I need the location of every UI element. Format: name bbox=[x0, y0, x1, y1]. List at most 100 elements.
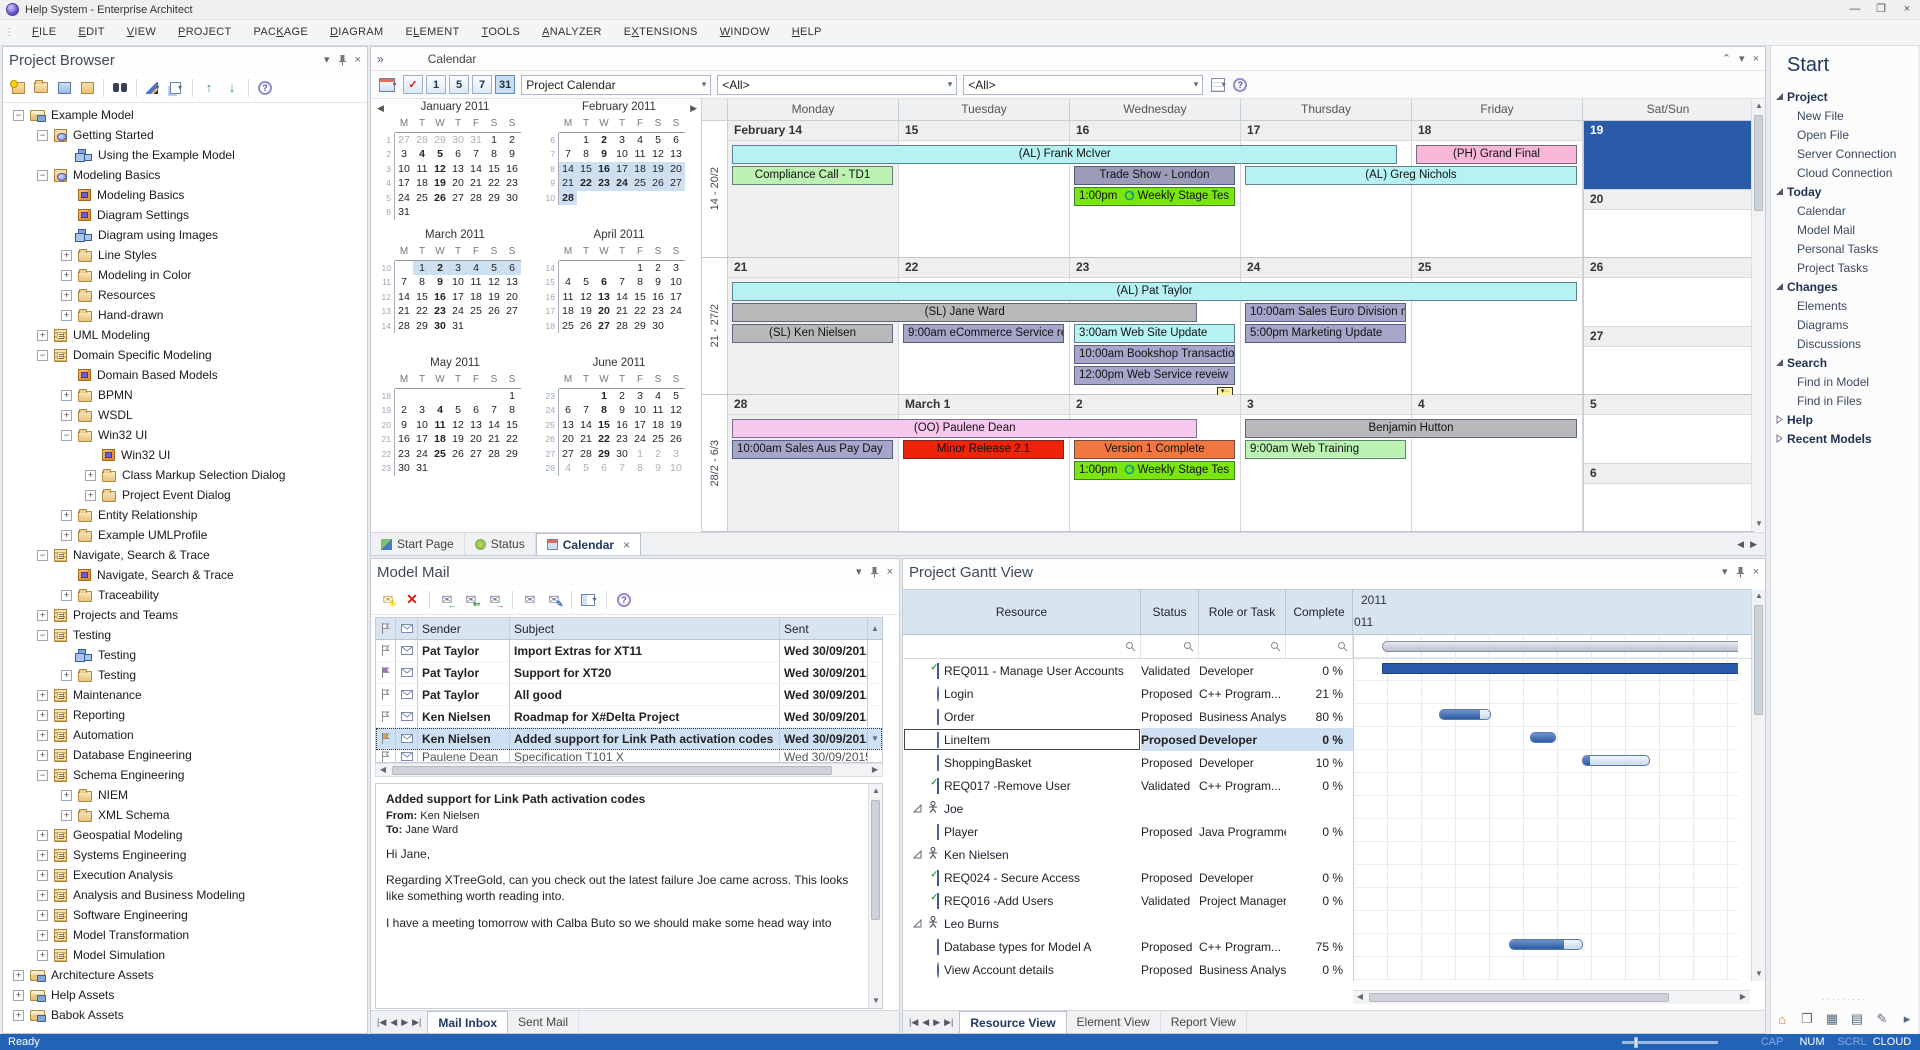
start-group-help[interactable]: Help bbox=[1771, 410, 1918, 429]
panel-menu-icon[interactable]: ▾ bbox=[1722, 567, 1728, 577]
calendar-event[interactable]: 10:00am Bookshop Transactio bbox=[1074, 345, 1235, 364]
mini-day[interactable]: 24 bbox=[613, 176, 631, 191]
close-icon[interactable]: × bbox=[1753, 54, 1759, 64]
mini-day[interactable]: 6 bbox=[667, 133, 685, 148]
mini-day[interactable] bbox=[577, 191, 595, 206]
mini-day[interactable]: 28 bbox=[485, 447, 503, 462]
mini-day[interactable]: 22 bbox=[595, 432, 613, 447]
mini-day[interactable]: 8 bbox=[631, 461, 649, 476]
menu-project[interactable]: PROJECT bbox=[167, 20, 242, 45]
scroll-left-icon[interactable]: ◀ bbox=[1353, 990, 1367, 1004]
mini-day[interactable] bbox=[503, 319, 521, 334]
next-tab-icon[interactable]: ▶ bbox=[401, 1017, 408, 1028]
tree-item[interactable]: +Projects and Teams bbox=[3, 605, 366, 625]
mini-day[interactable]: 29 bbox=[631, 319, 649, 334]
collapse-triangle-icon[interactable] bbox=[1771, 280, 1787, 294]
mail-horizontal-scrollbar[interactable]: ◀ ▶ bbox=[375, 763, 883, 777]
panel-menu-icon[interactable]: ▾ bbox=[324, 55, 330, 65]
new-message-icon[interactable]: ✉＊ bbox=[379, 591, 397, 609]
calendar-weekend-cell[interactable]: 26 bbox=[1583, 258, 1754, 326]
tree-expander-icon[interactable]: − bbox=[61, 430, 72, 441]
mini-day[interactable]: 25 bbox=[431, 447, 449, 462]
close-icon[interactable]: × bbox=[355, 55, 361, 65]
mini-day[interactable]: 5 bbox=[577, 461, 595, 476]
mini-day[interactable]: 20 bbox=[559, 432, 577, 447]
mini-day[interactable] bbox=[467, 319, 485, 334]
mini-day[interactable]: 5 bbox=[431, 147, 449, 162]
tab-scroll-left-icon[interactable]: ◀ bbox=[1737, 539, 1744, 550]
start-link-calendar[interactable]: Calendar bbox=[1771, 201, 1918, 220]
tree-item[interactable]: Win32 UI bbox=[3, 445, 366, 465]
mini-day[interactable]: 7 bbox=[485, 403, 503, 418]
mini-day[interactable]: 17 bbox=[667, 290, 685, 305]
tree-expander-icon[interactable]: + bbox=[13, 970, 24, 981]
calendar-day-cell[interactable]: March 1 bbox=[899, 395, 1070, 531]
mini-day[interactable]: 26 bbox=[449, 447, 467, 462]
tree-item[interactable]: +Babok Assets bbox=[3, 1005, 366, 1025]
mini-day[interactable]: 3 bbox=[413, 403, 431, 418]
tree-item[interactable]: +Entity Relationship bbox=[3, 505, 366, 525]
tree-item[interactable]: +BPMN bbox=[3, 385, 366, 405]
mini-day[interactable] bbox=[595, 191, 613, 206]
mini-day[interactable]: 20 bbox=[467, 432, 485, 447]
start-group-search[interactable]: Search bbox=[1771, 353, 1918, 372]
tree-item[interactable]: +Testing bbox=[3, 665, 366, 685]
mini-day[interactable]: 21 bbox=[485, 432, 503, 447]
mini-day[interactable] bbox=[485, 205, 503, 220]
mini-day[interactable]: 5 bbox=[667, 389, 685, 404]
mini-day[interactable]: 1 bbox=[631, 447, 649, 462]
tree-expander-icon[interactable]: − bbox=[37, 630, 48, 641]
calendar-day-cell[interactable]: 4 bbox=[1412, 395, 1583, 531]
collapse-triangle-icon[interactable] bbox=[1771, 185, 1787, 199]
mini-day[interactable]: 26 bbox=[577, 319, 595, 334]
mini-day[interactable]: 15 bbox=[595, 418, 613, 433]
mini-day[interactable]: 29 bbox=[595, 447, 613, 462]
preview-vertical-scrollbar[interactable]: ▲ ▼ bbox=[868, 784, 882, 1008]
mini-day[interactable]: 3 bbox=[613, 133, 631, 148]
mini-day[interactable]: 11 bbox=[559, 290, 577, 305]
mini-day[interactable]: 6 bbox=[467, 403, 485, 418]
tree-expander-icon[interactable]: − bbox=[37, 170, 48, 181]
menu-view[interactable]: VIEW bbox=[116, 20, 167, 45]
tab-resource-view[interactable]: Resource View bbox=[959, 1011, 1066, 1033]
mini-day[interactable]: 10 bbox=[449, 275, 467, 290]
mail-list-row[interactable]: Pat TaylorAll goodWed 30/09/201... bbox=[376, 684, 882, 706]
mini-day[interactable]: 30 bbox=[395, 461, 413, 476]
tree-expander-icon[interactable]: + bbox=[37, 910, 48, 921]
tree-item[interactable]: +Analysis and Business Modeling bbox=[3, 885, 366, 905]
mini-day[interactable]: 6 bbox=[559, 403, 577, 418]
mini-day[interactable]: 14 bbox=[577, 418, 595, 433]
panel-menu-icon[interactable]: ▾ bbox=[1739, 54, 1745, 64]
tree-item[interactable]: +Software Engineering bbox=[3, 905, 366, 925]
tree-item[interactable]: +NIEM bbox=[3, 785, 366, 805]
mini-day[interactable]: 3 bbox=[667, 447, 685, 462]
mini-day[interactable]: 18 bbox=[649, 418, 667, 433]
calendar-event[interactable]: (AL) Pat Taylor bbox=[732, 282, 1577, 301]
mini-day[interactable]: 11 bbox=[467, 275, 485, 290]
mini-day[interactable]: 15 bbox=[485, 162, 503, 177]
mini-day[interactable] bbox=[431, 461, 449, 476]
tree-item[interactable]: +Line Styles bbox=[3, 245, 366, 265]
gantt-bar[interactable] bbox=[1530, 732, 1556, 743]
delete-icon[interactable]: ✕ bbox=[403, 591, 421, 609]
tree-item[interactable]: +Model Simulation bbox=[3, 945, 366, 965]
calendar-event[interactable]: 5:00pm Marketing Update bbox=[1245, 324, 1406, 343]
field-chooser-icon[interactable]: ▾ bbox=[580, 591, 598, 609]
mini-day[interactable]: 19 bbox=[577, 304, 595, 319]
flag-icon[interactable] bbox=[376, 684, 396, 705]
zoom-slider[interactable] bbox=[1622, 1041, 1718, 1044]
filter-select-2[interactable]: <All>▾ bbox=[963, 75, 1203, 95]
mini-day[interactable]: 19 bbox=[431, 176, 449, 191]
mini-day[interactable]: 1 bbox=[595, 389, 613, 404]
calendar-event[interactable]: 1:00pm Weekly Stage Tes bbox=[1074, 187, 1235, 206]
tree-expander-icon[interactable]: + bbox=[37, 750, 48, 761]
mini-day[interactable]: 7 bbox=[577, 403, 595, 418]
mini-day[interactable]: 28 bbox=[613, 319, 631, 334]
work-week-view-button[interactable]: 5 bbox=[449, 75, 469, 94]
mini-day[interactable]: 25 bbox=[413, 191, 431, 206]
mini-day[interactable] bbox=[667, 319, 685, 334]
scroll-down-icon[interactable]: ▼ bbox=[1752, 517, 1766, 531]
mini-day[interactable]: 10 bbox=[413, 418, 431, 433]
mini-day[interactable]: 8 bbox=[485, 147, 503, 162]
mini-day[interactable]: 9 bbox=[649, 275, 667, 290]
